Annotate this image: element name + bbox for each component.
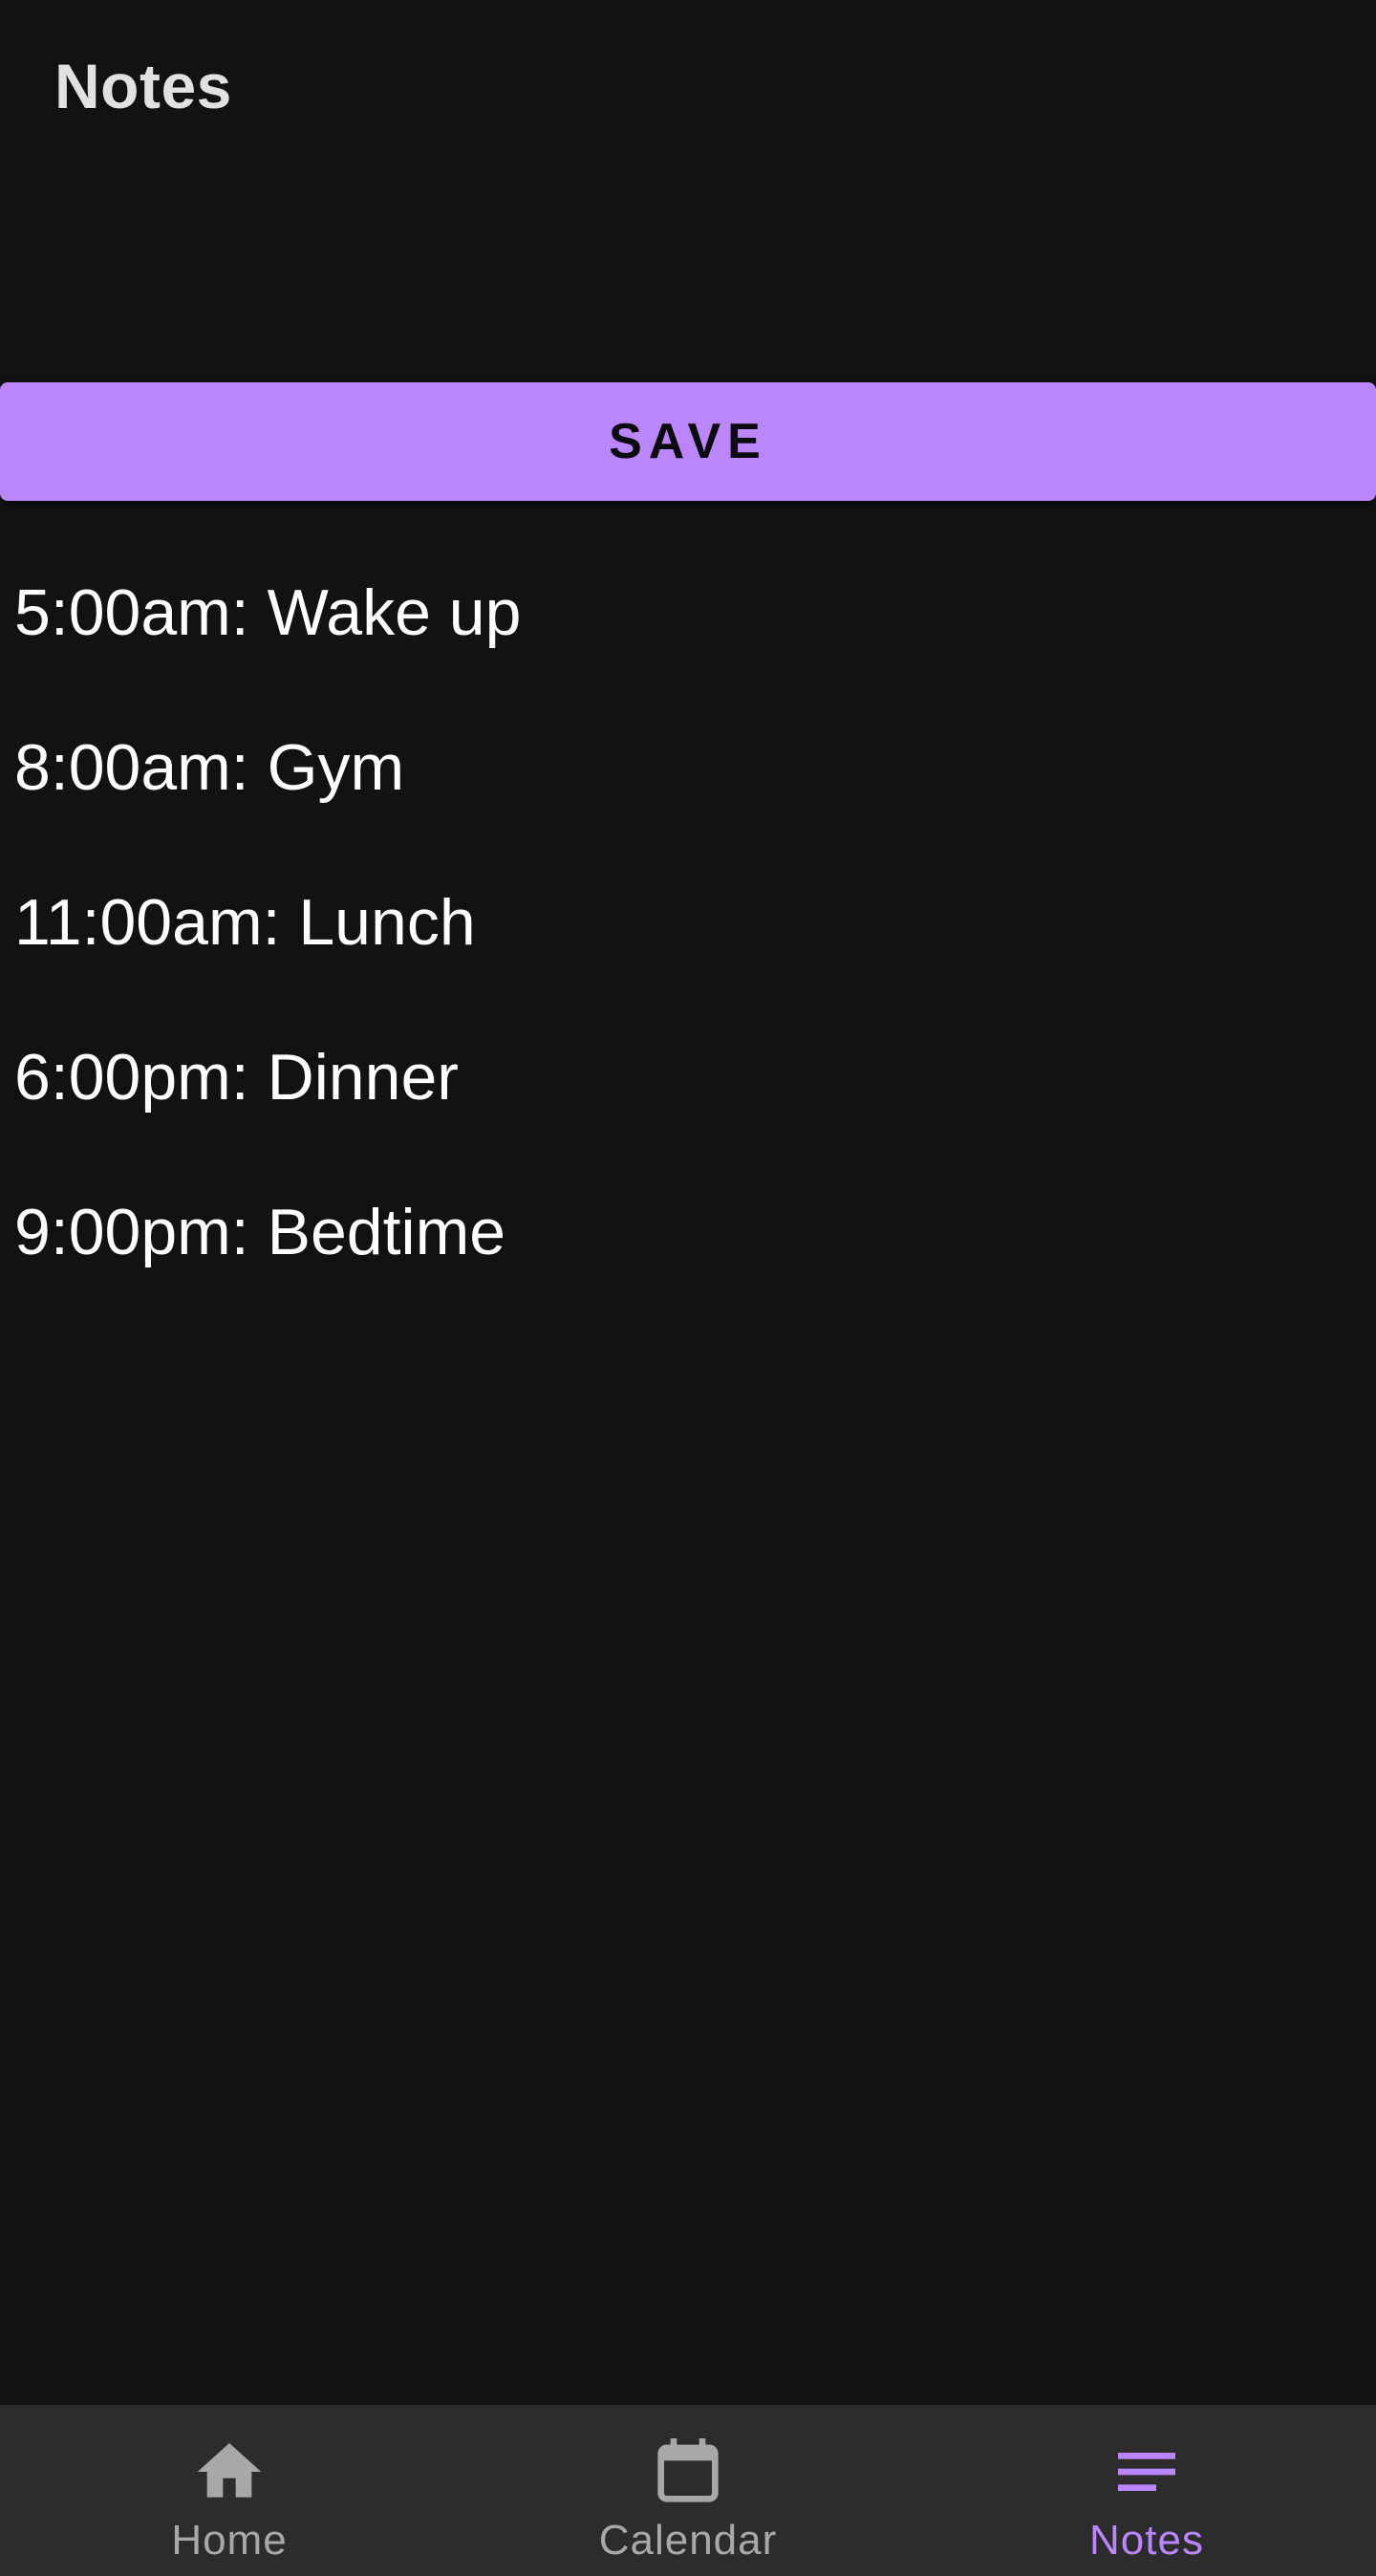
note-item: 6:00pm: Dinner	[14, 1041, 459, 1114]
nav-item-notes[interactable]: Notes	[917, 2405, 1376, 2576]
home-icon	[197, 2443, 262, 2498]
calendar-icon	[657, 2438, 719, 2502]
nav-label-calendar: Calendar	[598, 2517, 778, 2564]
page-title: Notes	[54, 51, 232, 121]
bottom-navigation: Home Calendar Notes	[0, 2405, 1376, 2576]
app-bar: Notes	[0, 0, 1376, 172]
note-item: 11:00am: Lunch	[14, 886, 476, 959]
nav-label-notes: Notes	[1089, 2517, 1204, 2564]
notes-list: 5:00am: Wake up 8:00am: Gym 11:00am: Lun…	[0, 535, 1376, 1310]
save-button[interactable]: SAVE	[0, 382, 1376, 501]
nav-item-calendar[interactable]: Calendar	[459, 2405, 917, 2576]
nav-label-home: Home	[171, 2517, 288, 2564]
note-item: 8:00am: Gym	[14, 731, 405, 804]
notes-icon	[1118, 2453, 1175, 2491]
note-item: 9:00pm: Bedtime	[14, 1196, 506, 1268]
nav-item-home[interactable]: Home	[0, 2405, 459, 2576]
note-item: 5:00am: Wake up	[14, 576, 522, 649]
